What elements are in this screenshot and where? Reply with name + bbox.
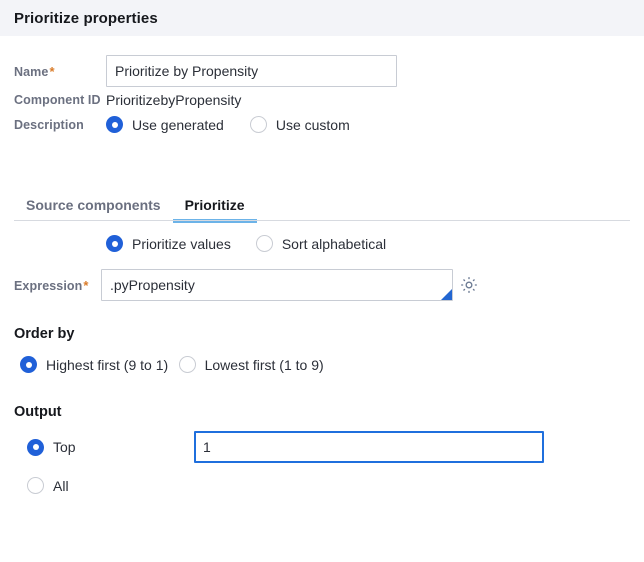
tab-prioritize[interactable]: Prioritize [172, 197, 257, 223]
output-option-all[interactable]: All [14, 477, 69, 494]
radio-label-highest-first: Highest first (9 to 1) [46, 356, 169, 373]
prioritize-mode-row: Prioritize values Sort alphabetical [14, 235, 630, 252]
radio-sort-alphabetical[interactable] [255, 235, 273, 252]
gear-icon[interactable] [459, 275, 479, 295]
radio-output-all[interactable] [27, 477, 44, 494]
page-title: Prioritize properties [14, 9, 158, 27]
description-option-use-custom[interactable]: Use custom [249, 116, 350, 133]
radio-label-prioritize-values: Prioritize values [132, 235, 231, 252]
component-id-value: PrioritizebyPropensity [106, 92, 242, 108]
output-option-top[interactable]: Top [14, 438, 194, 456]
description-option-use-generated[interactable]: Use generated [106, 116, 224, 133]
expression-required-marker: * [83, 277, 89, 293]
mode-option-prioritize-values[interactable]: Prioritize values [106, 235, 231, 252]
radio-prioritize-values[interactable] [106, 235, 123, 252]
description-row: Description Use generated Use custom [14, 116, 630, 133]
component-id-row: Component ID PrioritizebyPropensity [14, 92, 630, 108]
radio-output-top[interactable] [27, 438, 44, 456]
expression-input[interactable] [101, 269, 453, 301]
expression-label-text: Expression [14, 278, 83, 293]
radio-label-sort-alphabetical: Sort alphabetical [281, 235, 387, 252]
order-by-option-highest-first[interactable]: Highest first (9 to 1) [14, 356, 168, 373]
top-count-input[interactable] [194, 431, 544, 463]
radio-label-use-generated: Use generated [132, 116, 224, 133]
expression-field-row: Expression* [14, 269, 630, 301]
radio-lowest-first[interactable] [178, 356, 196, 373]
radio-label-output-top: Top [53, 439, 76, 455]
expression-label: Expression* [14, 278, 101, 293]
properties-form: Name* Component ID PrioritizebyPropensit… [0, 55, 644, 133]
tab-bar: Source components Prioritize [0, 185, 644, 223]
tab-source-components[interactable]: Source components [14, 197, 173, 221]
name-field-row: Name* [14, 55, 630, 87]
order-by-option-lowest-first[interactable]: Lowest first (1 to 9) [173, 356, 324, 373]
mode-option-sort-alphabetical[interactable]: Sort alphabetical [255, 235, 387, 252]
radio-use-custom[interactable] [249, 116, 267, 133]
description-label: Description [14, 117, 84, 132]
component-id-label: Component ID [14, 93, 101, 107]
output-heading: Output [14, 404, 62, 420]
name-label: Name* [14, 64, 106, 79]
tab-divider [14, 220, 630, 221]
radio-label-lowest-first: Lowest first (1 to 9) [204, 356, 324, 373]
radio-highest-first[interactable] [20, 356, 37, 373]
dialog-header: Prioritize properties [0, 0, 644, 36]
expression-input-wrap [101, 269, 453, 301]
name-required-marker: * [49, 63, 55, 79]
name-label-text: Name [14, 64, 49, 79]
radio-use-generated[interactable] [106, 116, 123, 133]
name-input[interactable] [106, 55, 397, 87]
prioritize-tab-panel: Prioritize values Sort alphabetical Expr… [0, 235, 644, 499]
output-top-row: Top [14, 431, 630, 463]
radio-label-output-all: All [53, 477, 69, 494]
order-by-heading: Order by [14, 326, 75, 342]
radio-label-use-custom: Use custom [275, 116, 350, 133]
